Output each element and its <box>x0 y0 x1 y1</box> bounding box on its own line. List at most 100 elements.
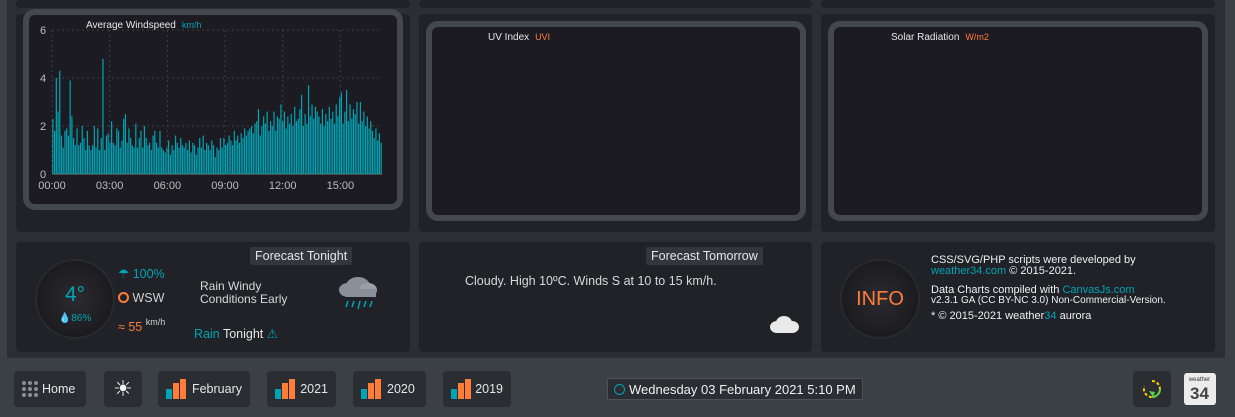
datetime-display: Wednesday 03 February 2021 5:10 PM <box>607 378 863 400</box>
windspeed-bar <box>140 130 142 174</box>
summary-line-2: Conditions Early <box>200 292 288 306</box>
windspeed-bar <box>109 142 111 174</box>
windspeed-bar <box>314 106 317 174</box>
datetime-text: Wednesday 03 February 2021 5:10 PM <box>629 381 856 397</box>
windspeed-bar <box>119 147 121 174</box>
weather34-logo-button[interactable]: weather 34 <box>1181 371 1218 407</box>
windspeed-bar <box>295 121 298 174</box>
windspeed-bar <box>377 140 379 174</box>
windspeed-bar <box>100 138 102 174</box>
windspeed-bar <box>212 145 215 174</box>
droplet-icon: 💧 <box>58 313 72 324</box>
windspeed-bar <box>328 106 330 174</box>
windspeed-bar <box>252 133 254 174</box>
uv-unit: UVI <box>535 32 551 42</box>
windspeed-bar <box>214 157 216 174</box>
solar-chart-title: Solar Radiation W/m2 <box>891 32 989 43</box>
x-tick-label: 06:00 <box>154 180 182 192</box>
windspeed-bar <box>185 142 187 174</box>
windspeed-bar <box>206 142 208 174</box>
windspeed-bar <box>123 118 125 174</box>
windspeed-bar <box>361 121 363 174</box>
windspeed-bar <box>71 116 73 174</box>
windspeed-bar <box>200 147 203 174</box>
solar-title-text: Solar Radiation <box>891 32 960 43</box>
dewpoint-row: 💧86% <box>37 313 113 324</box>
y-tick-label: 2 <box>40 121 46 133</box>
windspeed-bar <box>104 150 106 174</box>
humidity-row: ☂ 100% <box>118 266 165 281</box>
uv-chart-frame <box>426 21 806 221</box>
windspeed-bar <box>90 150 92 174</box>
windspeed-bar <box>299 109 301 174</box>
year-2020-button[interactable]: 2020 <box>353 371 426 407</box>
windspeed-bar <box>242 138 244 174</box>
windspeed-bar <box>304 114 306 174</box>
windspeed-bar <box>375 128 377 174</box>
windspeed-bar <box>112 142 114 174</box>
home-button[interactable]: Home <box>14 371 86 407</box>
windspeed-bar <box>126 142 128 174</box>
bar-chart-icon <box>275 379 296 399</box>
top-panel-left <box>16 0 410 8</box>
windspeed-bar <box>207 145 209 174</box>
windspeed-bar <box>366 116 368 174</box>
windspeed-bar <box>169 154 171 174</box>
windspeed-bar <box>330 118 332 174</box>
y-tick-label: 4 <box>40 73 46 85</box>
refresh-button[interactable] <box>1133 371 1171 407</box>
year-2019-button[interactable]: 2019 <box>443 371 511 407</box>
windspeed-bar <box>318 116 320 174</box>
windspeed-bar <box>53 130 56 174</box>
windspeed-bar <box>121 140 123 174</box>
windspeed-bar <box>74 145 76 174</box>
bar-chart-icon <box>361 379 383 399</box>
windspeed-bar <box>261 126 263 174</box>
windspeed-bar <box>359 102 362 174</box>
windspeed-bar <box>211 140 213 174</box>
windspeed-bar <box>88 145 90 174</box>
solar-unit: W/m2 <box>965 32 989 42</box>
windspeed-bar <box>240 133 242 174</box>
windspeed-bar <box>288 123 291 174</box>
month-chart-button[interactable]: February <box>158 371 250 407</box>
windspeed-bar <box>131 145 133 174</box>
windspeed-bar <box>62 147 64 174</box>
windspeed-bar <box>282 121 284 174</box>
weather34-link[interactable]: weather34.com <box>931 265 1006 277</box>
theme-toggle-button[interactable]: ☀ <box>104 371 142 407</box>
warning-icon: ⚠ <box>266 327 278 341</box>
windspeed-bar <box>86 130 89 174</box>
windspeed-bar <box>313 118 315 174</box>
x-tick-label: 03:00 <box>96 180 124 192</box>
windspeed-bar <box>339 97 341 174</box>
year-2021-button[interactable]: 2021 <box>267 371 336 407</box>
windspeed-bar <box>164 152 166 174</box>
windspeed-bar <box>263 116 265 174</box>
windspeed-bar <box>287 116 289 174</box>
windspeed-bar <box>190 152 192 174</box>
windspeed-bar <box>244 128 246 174</box>
windspeed-bar <box>150 150 152 174</box>
windspeed-bar <box>320 123 322 174</box>
windspeed-bar <box>183 147 185 174</box>
info-text: CSS/SVG/PHP scripts were developed by we… <box>931 255 1201 322</box>
windspeed-bar <box>301 94 303 174</box>
weather34-logo: weather 34 <box>1183 373 1216 405</box>
uv-title-text: UV Index <box>488 32 530 43</box>
windspeed-bar <box>380 142 382 174</box>
windspeed-bar <box>69 80 71 174</box>
windspeed-bar <box>237 135 239 174</box>
windspeed-bar <box>85 150 87 174</box>
windspeed-bar <box>128 128 130 174</box>
windspeed-bar <box>354 114 356 174</box>
alert-rest: Tonight <box>219 327 264 341</box>
windspeed-bar <box>280 104 282 174</box>
windspeed-bar <box>250 126 253 174</box>
y-tick-label: 6 <box>40 25 46 37</box>
windspeed-bar <box>117 130 120 174</box>
windspeed-bar <box>114 145 116 174</box>
windspeed-bar <box>321 109 323 174</box>
windspeed-bar <box>107 133 109 174</box>
windspeed-bar <box>370 121 372 174</box>
